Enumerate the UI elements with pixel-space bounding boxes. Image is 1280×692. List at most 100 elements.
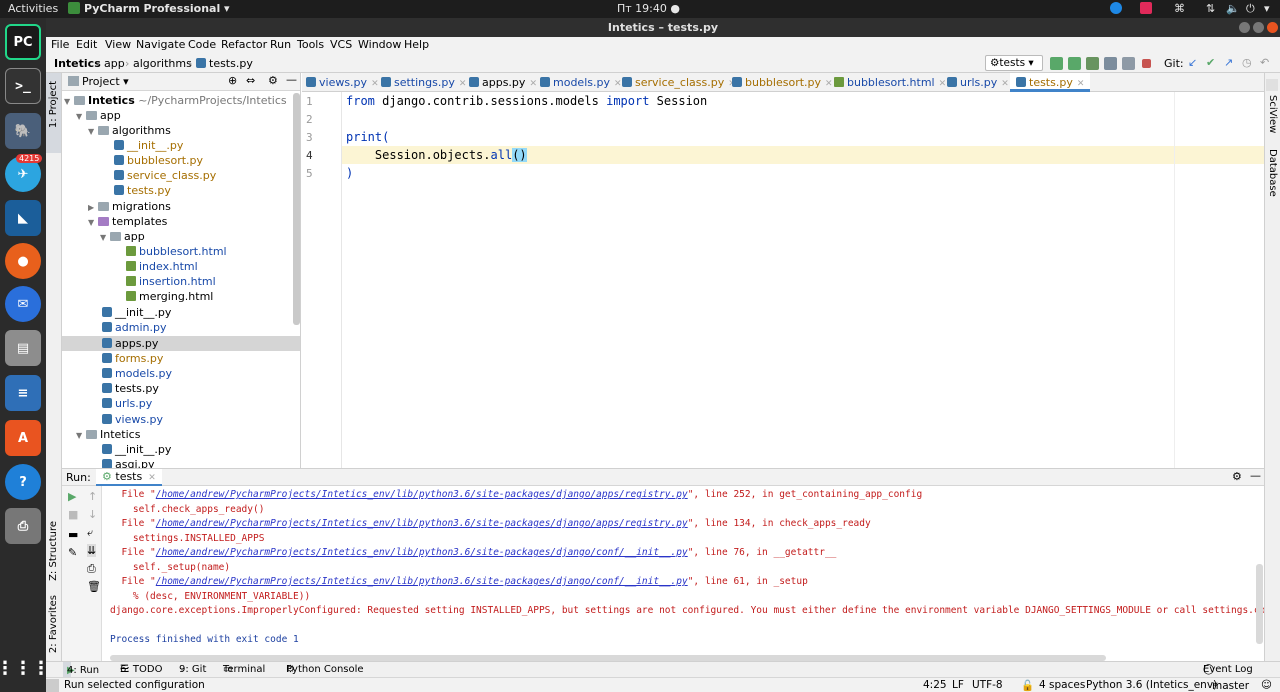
python-interpreter[interactable]: Python 3.6 (Intetics_env) bbox=[1086, 679, 1217, 691]
firefox-dock-icon[interactable]: ● bbox=[5, 243, 41, 279]
scanner-dock-icon[interactable]: ⎙ bbox=[5, 508, 41, 544]
close-tab-icon[interactable]: ✕ bbox=[1001, 79, 1009, 89]
rerun-icon[interactable] bbox=[1050, 57, 1063, 70]
menu-tools[interactable]: Tools bbox=[297, 38, 324, 51]
scroll-up-icon[interactable]: ↑ bbox=[88, 490, 97, 503]
writer-dock-icon[interactable]: ≡ bbox=[5, 375, 41, 411]
breadcrumb-algorithms[interactable]: algorithms bbox=[133, 57, 192, 70]
tree-file[interactable]: views.py bbox=[102, 412, 163, 427]
indent-setting[interactable]: 4 spaces bbox=[1039, 679, 1085, 691]
tray-app-icon[interactable] bbox=[1140, 2, 1152, 14]
stop-icon[interactable] bbox=[1142, 59, 1151, 68]
tab-bubblesort-html[interactable]: bubblesort.html ✕ bbox=[834, 73, 946, 92]
git-commit-icon[interactable]: ✔ bbox=[1206, 56, 1215, 69]
close-tab-icon[interactable]: ✕ bbox=[148, 473, 156, 483]
system-menu-chevron-icon[interactable]: ▾ bbox=[1264, 2, 1270, 15]
close-tab-icon[interactable]: ✕ bbox=[529, 79, 537, 89]
tree-folder[interactable]: ▼ algorithms bbox=[88, 123, 171, 138]
close-tab-icon[interactable]: ✕ bbox=[939, 79, 947, 89]
tree-file[interactable]: tests.py bbox=[102, 381, 159, 396]
tree-file[interactable]: __init__.py bbox=[102, 305, 171, 320]
tab-urls[interactable]: urls.py ✕ bbox=[947, 73, 1009, 92]
console-file-link[interactable]: /home/andrew/PycharmProjects/Intetics_en… bbox=[156, 576, 688, 587]
menu-file[interactable]: File bbox=[51, 38, 69, 51]
tree-file[interactable]: models.py bbox=[102, 366, 172, 381]
settings-gear-icon[interactable]: ⚙ bbox=[1232, 470, 1242, 483]
network-icon[interactable]: ⇅ bbox=[1206, 2, 1215, 15]
console-v-scrollbar[interactable] bbox=[1256, 564, 1263, 644]
chrome-tray-icon[interactable] bbox=[1110, 2, 1122, 14]
tree-file[interactable]: asgi.py bbox=[102, 457, 155, 468]
collapse-all-icon[interactable]: ⇔ bbox=[246, 74, 255, 87]
debug-icon[interactable] bbox=[1068, 57, 1081, 70]
restore-layout-icon[interactable]: ▬ bbox=[68, 528, 78, 541]
print-icon[interactable]: ⎙ bbox=[87, 562, 96, 576]
menu-edit[interactable]: Edit bbox=[76, 38, 97, 51]
menu-run[interactable]: Run bbox=[270, 38, 291, 51]
postgres-dock-icon[interactable]: 🐘 bbox=[5, 113, 41, 149]
git-update-icon[interactable]: ↙ bbox=[1188, 56, 1197, 69]
lock-icon[interactable]: 🔓 bbox=[1021, 679, 1034, 692]
tree-root[interactable]: ▼ Intetics ~/PycharmProjects/Intetics bbox=[64, 93, 287, 108]
toggle-tool-windows-icon[interactable] bbox=[46, 679, 59, 692]
tree-folder[interactable]: ▼ templates bbox=[88, 214, 167, 229]
console-file-link[interactable]: /home/andrew/PycharmProjects/Intetics_en… bbox=[156, 518, 688, 529]
menu-refactor[interactable]: Refactor bbox=[221, 38, 267, 51]
scroll-to-end-icon[interactable]: ⇊ bbox=[87, 544, 97, 557]
console-file-link[interactable]: /home/andrew/PycharmProjects/Intetics_en… bbox=[156, 489, 688, 500]
run-config-select[interactable]: ⚙tests ▾ bbox=[985, 55, 1043, 71]
breadcrumb-file[interactable]: tests.py bbox=[196, 57, 253, 70]
console-file-link[interactable]: /home/andrew/PycharmProjects/Intetics_en… bbox=[156, 547, 688, 558]
menu-navigate[interactable]: Navigate bbox=[136, 38, 185, 51]
tree-file[interactable]: merging.html bbox=[126, 289, 213, 304]
coverage-icon[interactable] bbox=[1086, 57, 1099, 70]
tree-file[interactable]: tests.py bbox=[114, 183, 171, 198]
menu-window[interactable]: Window bbox=[358, 38, 401, 51]
maximize-button[interactable] bbox=[1253, 22, 1264, 33]
app-menu[interactable]: PyCharm Professional ▾ bbox=[84, 2, 230, 15]
volume-icon[interactable]: 🔈 bbox=[1226, 2, 1240, 15]
run-tab-tests[interactable]: ⚙ tests ✕ bbox=[96, 469, 162, 486]
help-dock-icon[interactable]: ? bbox=[5, 464, 41, 500]
tab-apps[interactable]: apps.py ✕ bbox=[469, 73, 537, 92]
pin-icon[interactable]: ✎ bbox=[68, 546, 77, 559]
tree-folder[interactable]: ▼ Intetics bbox=[76, 427, 140, 442]
hide-panel-icon[interactable]: — bbox=[286, 73, 297, 86]
soft-wrap-icon[interactable]: ⤶ bbox=[87, 526, 93, 540]
minimize-button[interactable] bbox=[1239, 22, 1250, 33]
profile-icon[interactable] bbox=[1104, 57, 1117, 70]
tree-file[interactable]: admin.py bbox=[102, 320, 166, 335]
rerun-icon[interactable]: ▶ bbox=[68, 490, 76, 503]
project-view-selector[interactable]: Project ▾ bbox=[82, 75, 129, 88]
tree-file[interactable]: index.html bbox=[126, 259, 198, 274]
activities-button[interactable]: Activities bbox=[8, 2, 58, 15]
locate-icon[interactable]: ⊕ bbox=[228, 74, 237, 87]
thunderbird-dock-icon[interactable]: ✉ bbox=[5, 286, 41, 322]
sciview-tool-tab[interactable]: SciView bbox=[1267, 95, 1278, 133]
tree-file[interactable]: bubblesort.html bbox=[126, 244, 227, 259]
breadcrumb-app[interactable]: app bbox=[104, 57, 125, 70]
menu-help[interactable]: Help bbox=[404, 38, 429, 51]
show-apps-icon[interactable]: ⋮⋮⋮ bbox=[0, 650, 50, 686]
tree-folder[interactable]: ▶ migrations bbox=[88, 199, 171, 214]
close-button[interactable] bbox=[1267, 22, 1278, 33]
trash-icon[interactable]: 🗑 bbox=[87, 580, 101, 593]
wireshark-dock-icon[interactable]: ◣ bbox=[5, 200, 41, 236]
network-tray-icon[interactable]: ⌘ bbox=[1174, 2, 1185, 15]
files-dock-icon[interactable]: ▤ bbox=[5, 330, 41, 366]
close-tab-icon[interactable]: ✕ bbox=[614, 79, 622, 89]
tab-service-class[interactable]: service_class.py✕ bbox=[622, 73, 736, 92]
git-history-icon[interactable]: ◷ bbox=[1242, 56, 1252, 69]
inspector-icon[interactable]: ☺ bbox=[1261, 679, 1272, 691]
favorites-tool-tab[interactable]: 2: Favorites bbox=[48, 595, 59, 653]
line-separator[interactable]: LF bbox=[952, 679, 964, 691]
hide-panel-icon[interactable]: — bbox=[1250, 469, 1261, 482]
close-tab-icon[interactable]: ✕ bbox=[459, 79, 467, 89]
pycharm-dock-icon[interactable]: PC bbox=[5, 24, 41, 60]
menu-vcs[interactable]: VCS bbox=[330, 38, 352, 51]
git-push-icon[interactable]: ↗ bbox=[1224, 56, 1233, 69]
close-tab-icon[interactable]: ✕ bbox=[825, 79, 833, 89]
power-icon[interactable]: ⏻ bbox=[1246, 2, 1255, 16]
project-scrollbar[interactable] bbox=[293, 93, 300, 325]
tab-models[interactable]: models.py ✕ bbox=[540, 73, 622, 92]
